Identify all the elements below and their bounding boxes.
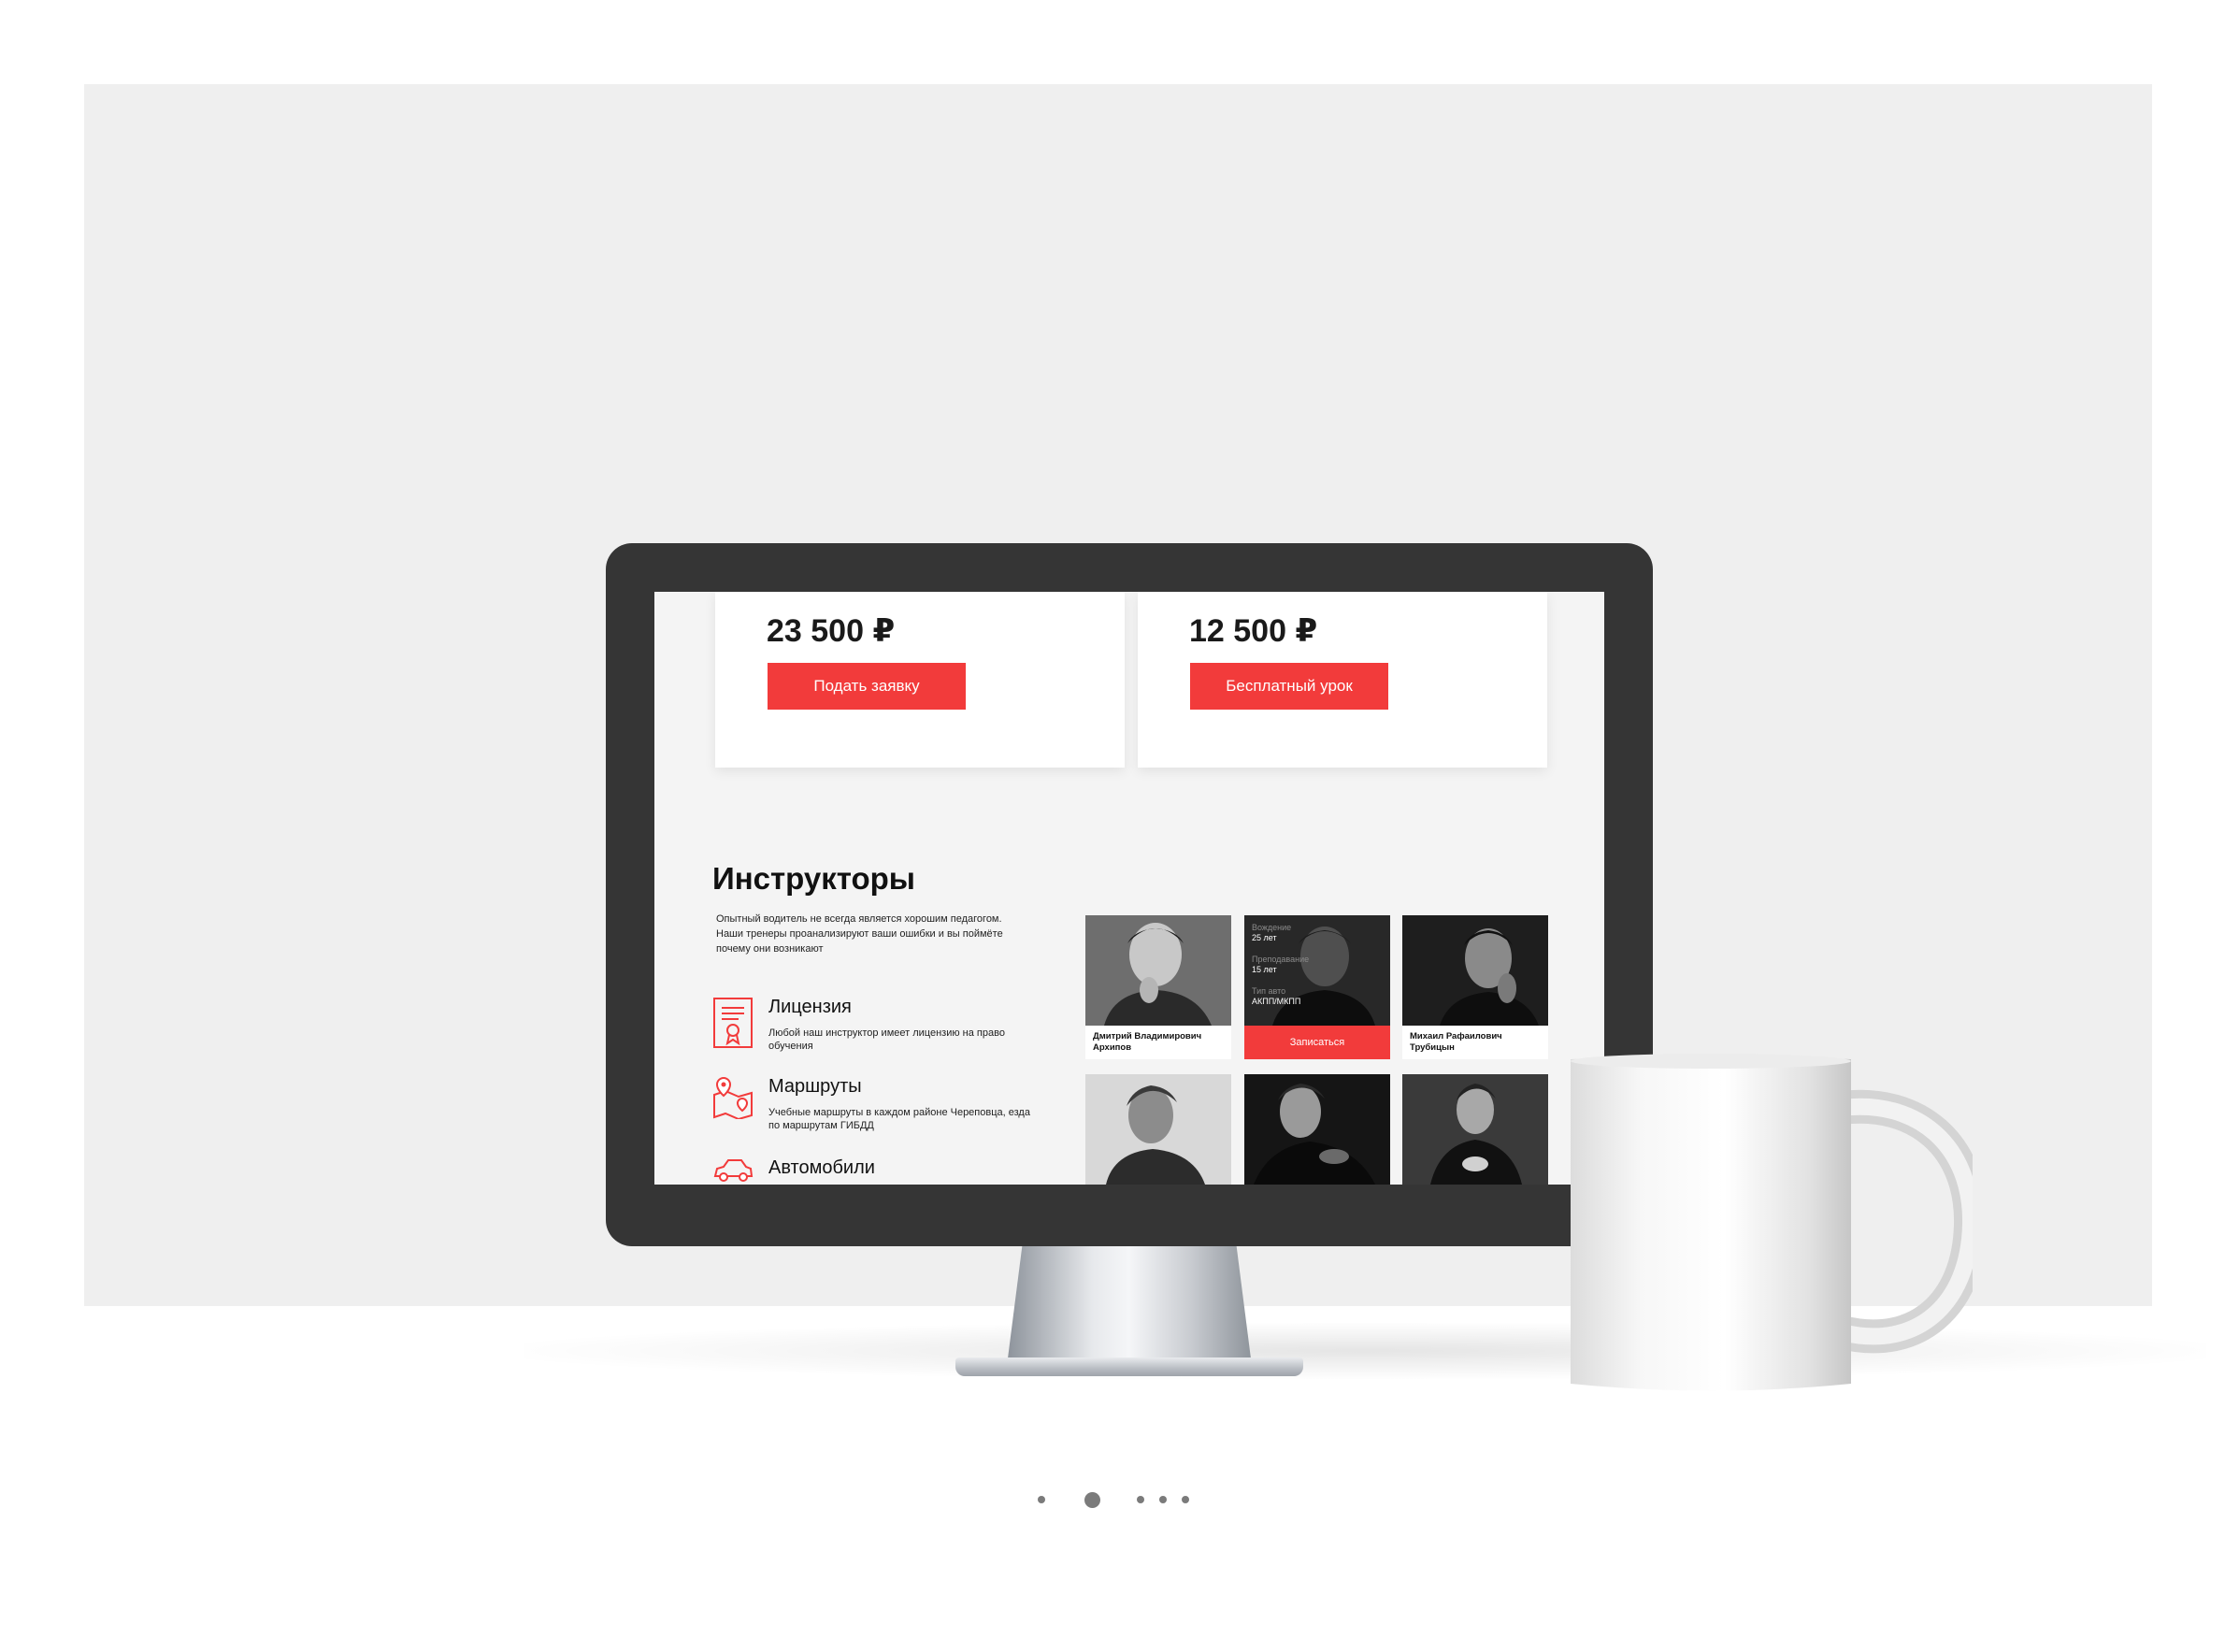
- instructor-details-overlay: Вождение 25 лет Преподавание 15 лет Тип …: [1244, 915, 1390, 1026]
- feature-text: Любой наш инструктор имеет лицензию на п…: [768, 1027, 1005, 1052]
- apply-button[interactable]: Подать заявку: [768, 663, 966, 710]
- feature-text: Учебные маршруты в каждом районе Черепов…: [768, 1107, 1030, 1131]
- monitor-stand-base: [955, 1358, 1303, 1376]
- car-icon: [712, 1157, 754, 1185]
- monitor-screen: 23 500 ₽ Подать заявку 12 500 ₽ Бесплатн…: [654, 592, 1604, 1185]
- section-description: Опытный водитель не всегда является хоро…: [716, 913, 1003, 955]
- instructor-name: Михаил Рафаилович Трубицын: [1410, 1031, 1502, 1053]
- monitor-stand-neck: [1008, 1244, 1251, 1358]
- detail-label: Преподавание: [1252, 955, 1310, 964]
- pagination-dot[interactable]: [1182, 1496, 1189, 1503]
- feature-title: Автомобили: [768, 1157, 875, 1178]
- instructor-photo: [1402, 915, 1548, 1026]
- route-map-icon: [712, 1076, 754, 1128]
- instructor-card[interactable]: [1244, 1074, 1390, 1185]
- detail-label: Тип авто: [1252, 986, 1286, 996]
- instructor-photo: [1402, 1074, 1548, 1185]
- enroll-button[interactable]: Записаться: [1244, 1026, 1390, 1059]
- instructor-card[interactable]: Михаил Рафаилович Трубицын: [1402, 915, 1548, 1059]
- instructor-name: Дмитрий Владимирович Архипов: [1093, 1031, 1202, 1053]
- pagination: [1038, 1489, 1206, 1508]
- pricing-card: 12 500 ₽ Бесплатный урок: [1138, 592, 1547, 768]
- instructor-photo: [1244, 1074, 1390, 1185]
- instructor-card[interactable]: [1085, 1074, 1231, 1185]
- pricing-card: 23 500 ₽ Подать заявку: [715, 592, 1125, 768]
- free-lesson-button[interactable]: Бесплатный урок: [1190, 663, 1388, 710]
- feature-title: Маршруты: [768, 1076, 862, 1097]
- instructor-photo: [1085, 915, 1231, 1026]
- detail-value: 25 лет: [1252, 933, 1277, 942]
- instructor-card-active[interactable]: Вождение 25 лет Преподавание 15 лет Тип …: [1244, 915, 1390, 1059]
- price-value: 12 500 ₽: [1189, 613, 1318, 649]
- feature-title: Лицензия: [768, 997, 852, 1017]
- detail-value: 15 лет: [1252, 965, 1277, 974]
- detail-value: АКПП/МКПП: [1252, 997, 1301, 1006]
- certificate-icon: [712, 997, 754, 1049]
- coffee-mug: [1571, 1052, 1988, 1398]
- pagination-dot[interactable]: [1038, 1496, 1045, 1503]
- instructor-photo: [1085, 1074, 1231, 1185]
- pagination-dot-active[interactable]: [1084, 1492, 1100, 1508]
- pagination-dot[interactable]: [1159, 1496, 1167, 1503]
- price-value: 23 500 ₽: [767, 613, 896, 649]
- instructor-card[interactable]: Дмитрий Владимирович Архипов: [1085, 915, 1231, 1059]
- instructor-card[interactable]: [1402, 1074, 1548, 1185]
- section-title: Инструкторы: [712, 861, 915, 896]
- detail-label: Вождение: [1252, 923, 1292, 932]
- pagination-dot[interactable]: [1137, 1496, 1144, 1503]
